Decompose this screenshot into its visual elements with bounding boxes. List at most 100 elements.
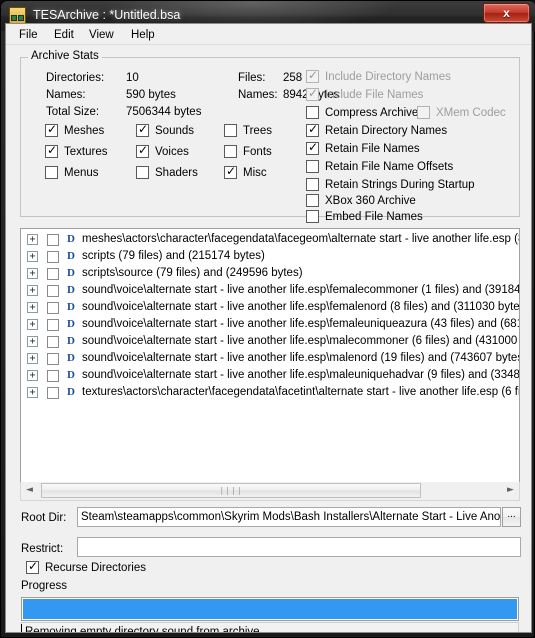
checkbox-compress-archive[interactable] xyxy=(306,106,319,119)
checkbox-label-retain-file-names[interactable]: Retain File Names xyxy=(325,143,420,156)
checkbox-retain-strings-during-startup[interactable] xyxy=(306,178,319,191)
checkbox-label-compress-archive[interactable]: Compress Archive xyxy=(325,107,418,120)
browse-button[interactable]: ... xyxy=(502,507,521,527)
expand-plus-icon[interactable]: + xyxy=(27,387,38,398)
checkbox-voices[interactable]: ✓ xyxy=(136,143,149,158)
expand-plus-icon[interactable]: + xyxy=(27,370,38,381)
root-dir-label: Root Dir: xyxy=(21,512,67,524)
checkbox-label-retain-directory-names[interactable]: Retain Directory Names xyxy=(325,125,447,138)
tree-row-checkbox[interactable] xyxy=(47,353,59,365)
stat-label-total-size: Total Size: xyxy=(46,106,100,118)
archive-tree-view[interactable]: + Dmeshes\actors\character\facegendata\fa… xyxy=(20,228,520,498)
checkbox-label-recurse-directories[interactable]: Recurse Directories xyxy=(45,562,146,575)
tree-row-label: sound\voice\alternate start - live anoth… xyxy=(82,318,519,330)
stat-label-file-names: Names: xyxy=(238,89,278,101)
checkbox-retain-file-name-offsets[interactable] xyxy=(306,160,319,173)
tree-row-label: sound\voice\alternate start - live anoth… xyxy=(82,352,519,364)
tree-row-checkbox[interactable] xyxy=(47,302,59,314)
checkbox-label-menus[interactable]: Menus xyxy=(64,167,99,180)
tree-row[interactable]: + Dsound\voice\alternate start - live ano… xyxy=(21,350,519,367)
close-button[interactable]: x xyxy=(483,3,530,23)
tree-row-label: scripts (79 files) and (215174 bytes) xyxy=(82,250,265,262)
tree-row[interactable]: + Dsound\voice\alternate start - live ano… xyxy=(21,299,519,316)
checkbox-shaders[interactable] xyxy=(136,166,149,179)
progress-bar xyxy=(21,597,519,621)
root-dir-input[interactable]: Steam\steamapps\common\Skyrim Mods\Bash … xyxy=(77,507,501,527)
checkbox-textures[interactable]: ✓ xyxy=(45,143,58,158)
checkbox-meshes[interactable]: ✓ xyxy=(45,123,58,137)
checkbox-recurse-directories[interactable]: ✓ xyxy=(26,560,39,574)
checkbox-retain-directory-names[interactable]: ✓ xyxy=(306,123,319,137)
checkbox-label-voices[interactable]: Voices xyxy=(155,146,189,159)
checkbox-label-textures[interactable]: Textures xyxy=(64,146,107,159)
tree-row[interactable]: + Dsound\voice\alternate start - live ano… xyxy=(21,367,519,384)
checkbox-trees[interactable] xyxy=(224,124,237,137)
tree-row-checkbox[interactable] xyxy=(47,234,59,246)
check-glyph: ✓ xyxy=(138,143,149,157)
checkbox-label-fonts[interactable]: Fonts xyxy=(243,146,272,159)
menu-item-edit[interactable]: Edit xyxy=(49,27,79,43)
checkbox-label-meshes[interactable]: Meshes xyxy=(64,125,104,138)
check-glyph: ✓ xyxy=(226,164,237,178)
tree-row[interactable]: + Dscripts (79 files) and (215174 bytes) xyxy=(21,248,519,265)
expand-plus-icon[interactable]: + xyxy=(27,251,38,262)
expand-plus-icon[interactable]: + xyxy=(27,336,38,347)
expand-plus-icon[interactable]: + xyxy=(27,234,38,245)
checkbox-label-embed-file-names[interactable]: Embed File Names xyxy=(325,211,423,224)
tree-row[interactable]: + Dmeshes\actors\character\facegendata\fa… xyxy=(21,231,519,248)
expand-plus-icon[interactable]: + xyxy=(27,319,38,330)
checkbox-label-xbox-360-archive[interactable]: XBox 360 Archive xyxy=(325,195,416,208)
checkbox-embed-file-names[interactable] xyxy=(306,210,319,223)
tree-row-label: sound\voice\alternate start - live anoth… xyxy=(82,335,519,347)
restrict-input[interactable] xyxy=(77,537,521,557)
stat-value-directories: 10 xyxy=(126,72,139,84)
tree-row-checkbox[interactable] xyxy=(47,268,59,280)
expand-plus-icon[interactable]: + xyxy=(27,268,38,279)
checkbox-label-trees[interactable]: Trees xyxy=(243,125,272,138)
tree-row[interactable]: + Dsound\voice\alternate start - live ano… xyxy=(21,333,519,350)
check-glyph: ✓ xyxy=(47,143,58,157)
menu-item-view[interactable]: View xyxy=(84,27,119,43)
tree-row[interactable]: + Dscripts\source (79 files) and (249596 … xyxy=(21,265,519,282)
checkbox-label-shaders[interactable]: Shaders xyxy=(155,167,198,180)
expand-plus-icon[interactable]: + xyxy=(27,302,38,313)
tree-row[interactable]: + Dtextures\actors\character\facegendata\… xyxy=(21,384,519,401)
checkbox-label-sounds[interactable]: Sounds xyxy=(155,125,194,138)
checkbox-label-include-directory-names: Include Directory Names xyxy=(325,71,451,83)
progress-bar-fill xyxy=(23,599,517,619)
tree-horizontal-scrollbar[interactable]: ◄ |||| ► xyxy=(20,482,520,501)
expand-plus-icon[interactable]: + xyxy=(27,353,38,364)
tree-row-checkbox[interactable] xyxy=(47,319,59,331)
application-window: TESArchive : *Untitled.bsa x File Edit V… xyxy=(0,0,535,638)
directory-icon: D xyxy=(67,301,75,313)
checkbox-label-retain-strings-during-startup[interactable]: Retain Strings During Startup xyxy=(325,179,475,192)
checkbox-label-xmem-codec: XMem Codec xyxy=(436,107,506,119)
tree-row-checkbox[interactable] xyxy=(47,387,59,399)
tree-row-checkbox[interactable] xyxy=(47,285,59,297)
checkbox-label-include-file-names: Include File Names xyxy=(325,89,424,101)
menu-item-help[interactable]: Help xyxy=(126,27,160,43)
checkbox-fonts[interactable] xyxy=(224,145,237,158)
status-bar: Removing empty directory sound from arch… xyxy=(21,622,519,632)
expand-plus-icon[interactable]: + xyxy=(27,285,38,296)
menu-item-file[interactable]: File xyxy=(14,27,43,43)
scrollbar-thumb[interactable]: |||| xyxy=(41,483,421,498)
checkbox-xbox-360-archive[interactable] xyxy=(306,194,319,207)
checkbox-menus[interactable] xyxy=(45,166,58,179)
tree-row[interactable]: + Dsound\voice\alternate start - live ano… xyxy=(21,282,519,299)
tree-row[interactable]: + Dsound\voice\alternate start - live ano… xyxy=(21,316,519,333)
checkbox-label-retain-file-name-offsets[interactable]: Retain File Name Offsets xyxy=(325,161,453,174)
scroll-left-arrow-icon[interactable]: ◄ xyxy=(21,482,38,499)
tree-row-checkbox[interactable] xyxy=(47,370,59,382)
directory-icon: D xyxy=(67,318,75,330)
stat-value-total-size: 7506344 bytes xyxy=(126,106,202,118)
checkbox-retain-file-names[interactable]: ✓ xyxy=(306,140,319,155)
checkbox-sounds[interactable]: ✓ xyxy=(136,123,149,137)
stat-label-files: Files: xyxy=(238,72,266,84)
tree-row-checkbox[interactable] xyxy=(47,336,59,348)
checkbox-label-misc[interactable]: Misc xyxy=(243,167,267,180)
checkbox-misc[interactable]: ✓ xyxy=(224,164,237,179)
tree-row-checkbox[interactable] xyxy=(47,251,59,263)
scroll-right-arrow-icon[interactable]: ► xyxy=(502,482,519,499)
check-glyph: ✓ xyxy=(308,140,319,154)
